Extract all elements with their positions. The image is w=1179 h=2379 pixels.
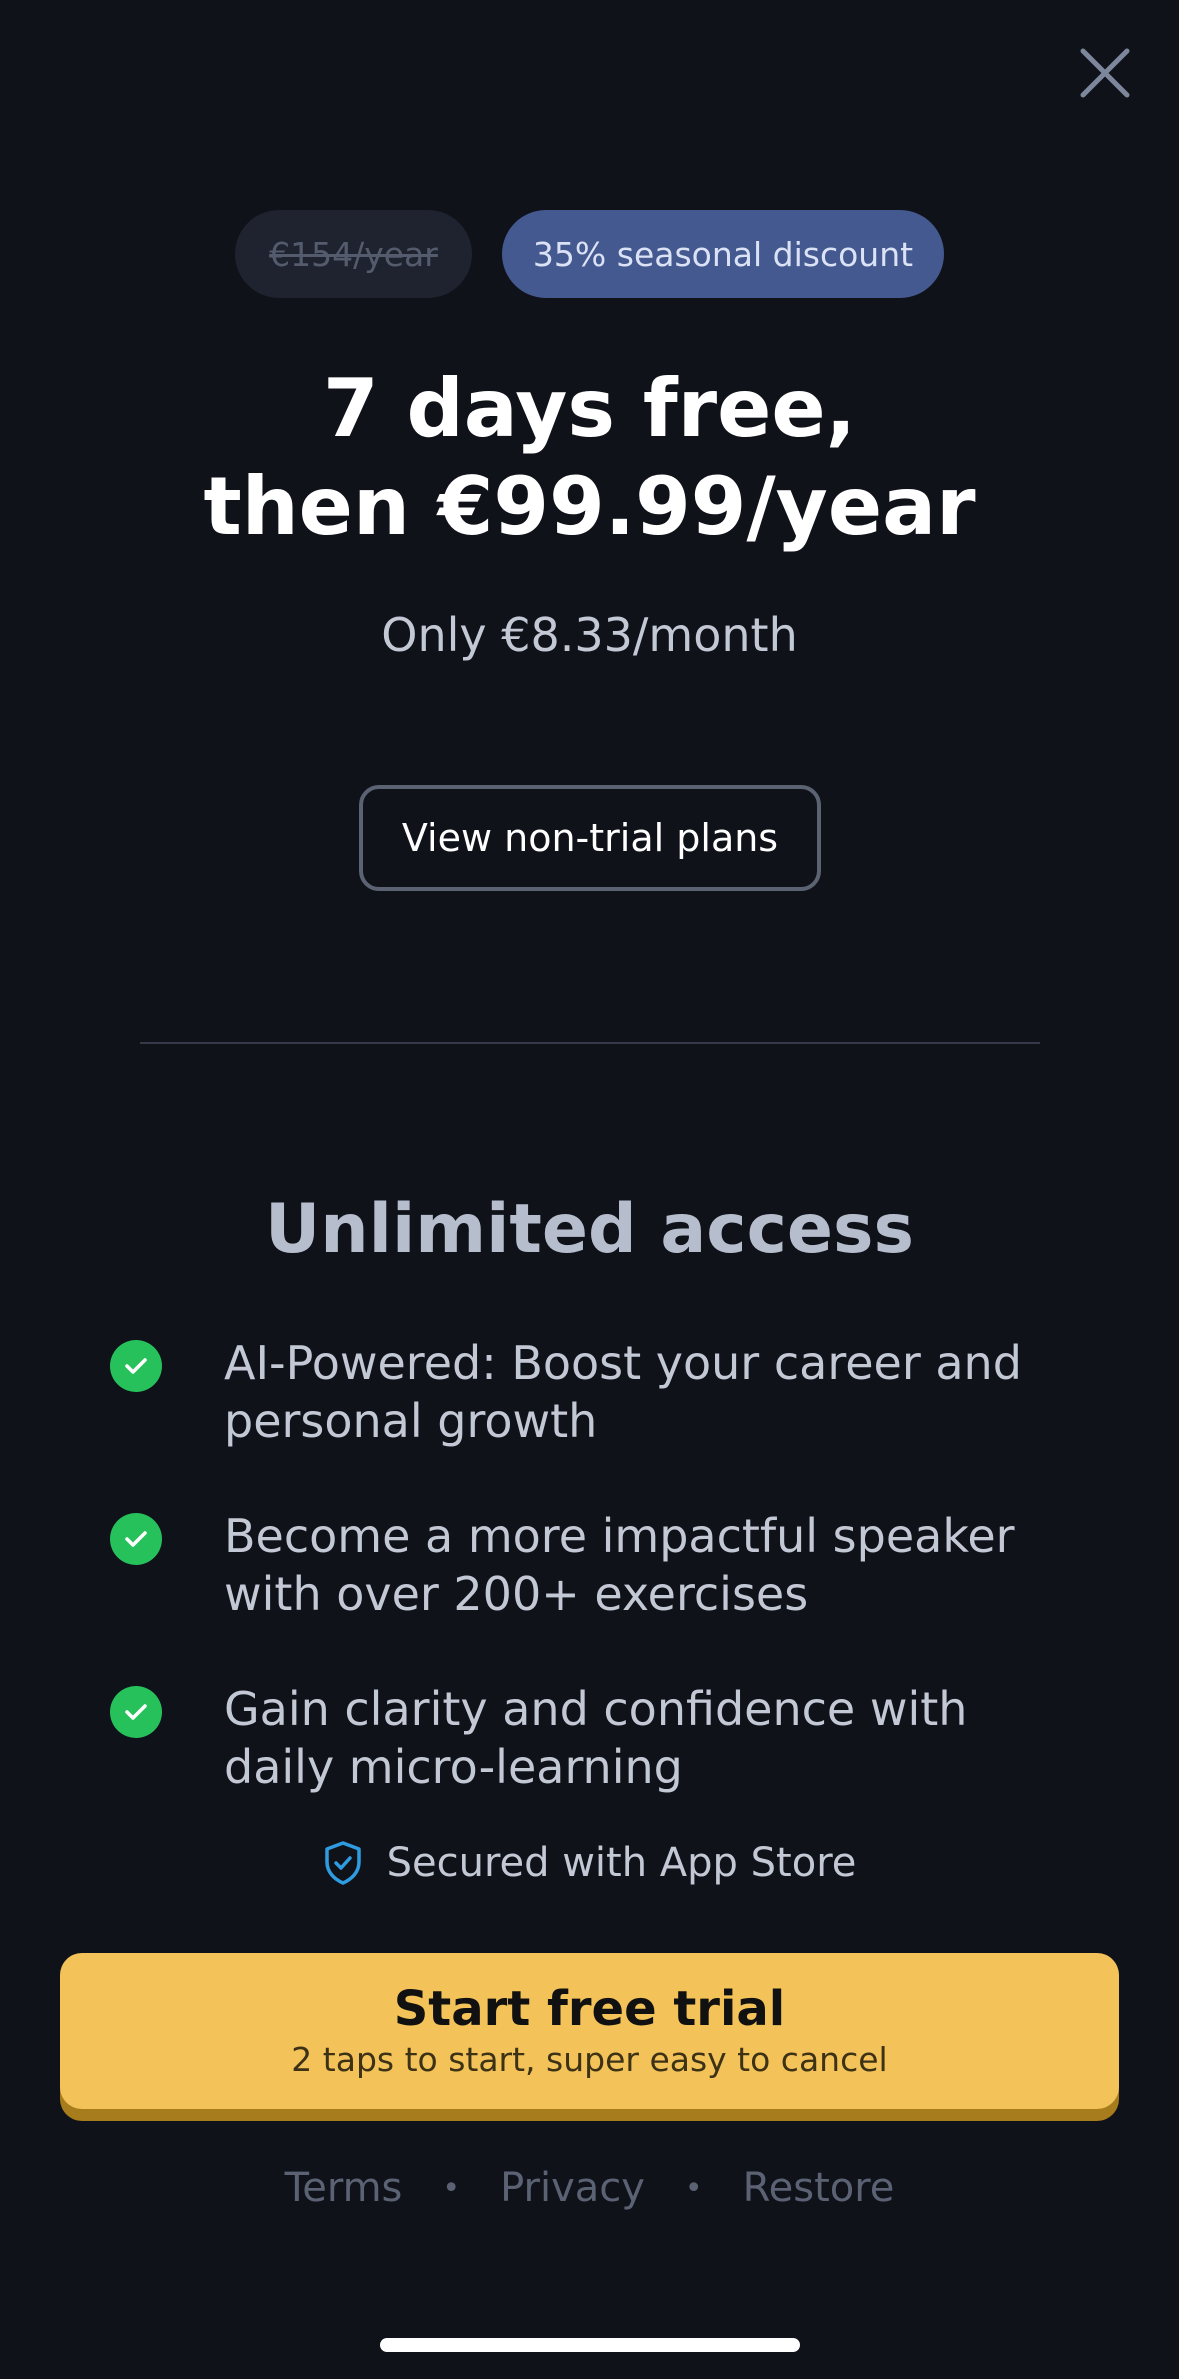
- separator: •: [442, 2170, 461, 2206]
- feature-text: AI-Powered: Boost your career and person…: [224, 1334, 1022, 1450]
- close-icon: [1080, 48, 1130, 98]
- original-price-badge: €154/year: [235, 210, 472, 298]
- cta-title: Start free trial: [393, 1981, 786, 2037]
- check-icon: [110, 1686, 162, 1738]
- divider: [140, 1042, 1040, 1044]
- close-button[interactable]: [1072, 40, 1138, 106]
- discount-badge: 35% seasonal discount: [502, 210, 944, 298]
- check-icon: [110, 1340, 162, 1392]
- section-title: Unlimited access: [265, 1190, 914, 1269]
- feature-line: with over 200+ exercises: [224, 1567, 809, 1621]
- restore-link[interactable]: Restore: [743, 2165, 895, 2211]
- separator: •: [684, 2170, 703, 2206]
- feature-line: Gain clarity and confidence with: [224, 1682, 968, 1736]
- headline: 7 days free, then €99.99/year: [0, 360, 1179, 556]
- feature-text: Gain clarity and confidence with daily m…: [224, 1680, 967, 1796]
- feature-line: AI-Powered: Boost your career and: [224, 1336, 1022, 1390]
- terms-link[interactable]: Terms: [285, 2165, 403, 2211]
- view-non-trial-plans-button[interactable]: View non-trial plans: [359, 785, 821, 891]
- home-indicator[interactable]: [380, 2338, 800, 2352]
- feature-item: Become a more impactful speaker with ove…: [110, 1507, 1040, 1623]
- check-icon: [110, 1513, 162, 1565]
- secured-notice: Secured with App Store: [0, 1840, 1179, 1886]
- feature-item: AI-Powered: Boost your career and person…: [110, 1334, 1040, 1450]
- shield-check-icon: [324, 1841, 361, 1885]
- feature-item: Gain clarity and confidence with daily m…: [110, 1680, 1040, 1796]
- monthly-price: Only €8.33/month: [381, 608, 798, 662]
- start-free-trial-button[interactable]: Start free trial 2 taps to start, super …: [60, 1953, 1119, 2109]
- price-badges: €154/year 35% seasonal discount: [0, 210, 1179, 298]
- footer-links: Terms • Privacy • Restore: [0, 2165, 1179, 2211]
- headline-line-2: then €99.99/year: [203, 460, 976, 553]
- feature-line: Become a more impactful speaker: [224, 1509, 1015, 1563]
- privacy-link[interactable]: Privacy: [500, 2165, 645, 2211]
- feature-text: Become a more impactful speaker with ove…: [224, 1507, 1015, 1623]
- cta-subtitle: 2 taps to start, super easy to cancel: [291, 2040, 888, 2079]
- headline-line-1: 7 days free,: [322, 362, 857, 455]
- feature-line: daily micro-learning: [224, 1740, 683, 1794]
- feature-line: personal growth: [224, 1394, 598, 1448]
- secured-text: Secured with App Store: [386, 1840, 857, 1886]
